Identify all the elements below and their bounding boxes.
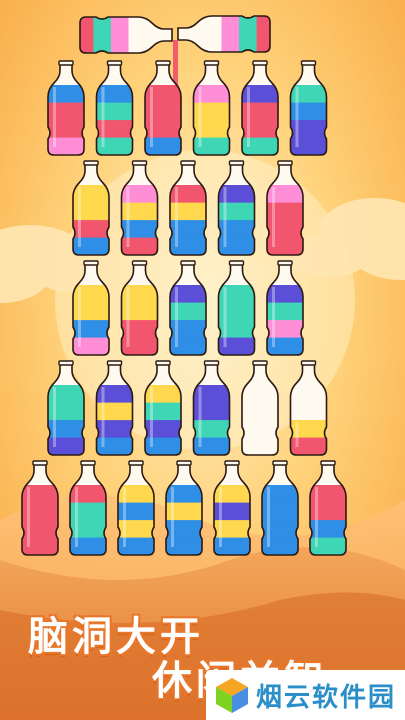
liquid-layer xyxy=(145,102,181,121)
liquid-layer xyxy=(96,102,133,121)
liquid-layer xyxy=(267,302,303,321)
liquid-layer xyxy=(121,302,158,321)
liquid-layer xyxy=(214,520,250,538)
liquid-layer xyxy=(193,402,230,421)
liquid-layer xyxy=(242,120,278,138)
liquid-layer xyxy=(193,102,230,121)
liquid-layer xyxy=(170,320,206,338)
liquid-layer xyxy=(267,320,303,338)
liquid-layer xyxy=(48,102,84,121)
liquid-layer xyxy=(214,502,250,521)
liquid-layer xyxy=(166,502,202,521)
liquid-layer xyxy=(218,320,255,338)
cube-logo-icon xyxy=(216,678,248,713)
liquid-layer xyxy=(145,120,181,138)
liquid-layer xyxy=(121,202,158,221)
liquid-layer xyxy=(267,220,303,238)
liquid-layer xyxy=(193,420,230,438)
liquid-layer xyxy=(145,402,181,421)
liquid-layer xyxy=(170,220,206,238)
liquid-layer xyxy=(290,102,327,121)
liquid-layer xyxy=(96,420,133,438)
liquid-layer xyxy=(310,520,346,538)
liquid-layer xyxy=(145,420,181,438)
liquid-layer xyxy=(118,520,154,538)
liquid-layer xyxy=(218,302,255,321)
liquid-layer xyxy=(218,202,255,221)
liquid-layer xyxy=(242,102,278,121)
liquid-layer xyxy=(96,402,133,421)
liquid-layer xyxy=(48,120,84,138)
liquid-layer xyxy=(218,220,255,238)
liquid-layer xyxy=(48,402,84,421)
liquid-layer xyxy=(310,502,346,521)
liquid-layer xyxy=(118,502,154,521)
liquid-layer xyxy=(121,320,158,338)
liquid-layer xyxy=(170,302,206,321)
watermark-text: 烟云软件园 xyxy=(256,683,397,713)
liquid-layer xyxy=(290,420,327,438)
liquid-layer xyxy=(73,320,109,338)
liquid-layer xyxy=(22,502,58,521)
liquid-layer xyxy=(290,120,327,138)
liquid-layer xyxy=(48,420,84,438)
liquid-layer xyxy=(73,220,109,238)
liquid-layer xyxy=(262,502,298,521)
liquid-layer xyxy=(22,520,58,538)
liquid-layer xyxy=(70,520,106,538)
liquid-layer xyxy=(73,202,109,221)
liquid-layer xyxy=(267,202,303,221)
liquid-layer xyxy=(96,120,133,138)
liquid-layer xyxy=(170,202,206,221)
liquid-layer xyxy=(121,220,158,238)
liquid-layer xyxy=(70,502,106,521)
liquid-layer xyxy=(262,520,298,538)
liquid-layer xyxy=(166,520,202,538)
liquid-layer xyxy=(73,302,109,321)
liquid-layer xyxy=(193,120,230,138)
